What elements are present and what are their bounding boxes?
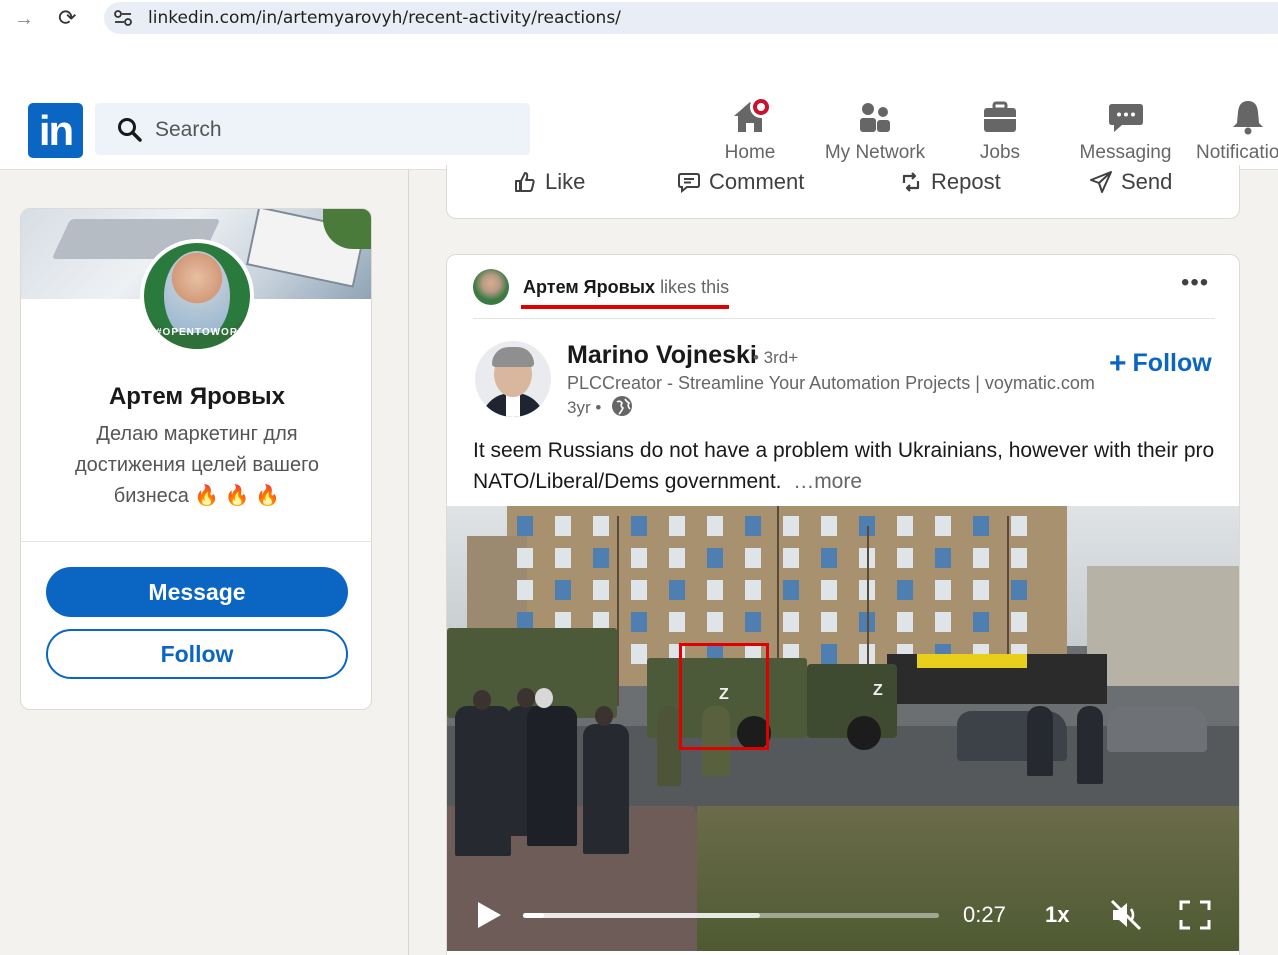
send-button[interactable]: Send xyxy=(1089,169,1172,195)
post-card: Артем Яровых likes this ••• Marino Vojne… xyxy=(446,254,1240,955)
video-player[interactable]: Z Z 0:27 1x xyxy=(447,506,1239,951)
follow-button[interactable]: Follow xyxy=(46,629,348,679)
author-headline: PLCCreator - Streamline Your Automation … xyxy=(567,373,1095,393)
linkedin-header: in Home My Network Jobs Me xyxy=(0,88,1278,170)
author-name[interactable]: Marino Vojneski xyxy=(567,341,757,370)
author-avatar[interactable] xyxy=(475,341,551,417)
liker-name[interactable]: Артем Яровых xyxy=(523,277,655,297)
post-text: It seem Russians do not have a problem w… xyxy=(473,435,1219,497)
comment-button[interactable]: Comment xyxy=(677,169,804,195)
globe-icon xyxy=(612,396,632,416)
previous-post-actions: Like Comment Repost Send xyxy=(446,165,1240,219)
video-buffer xyxy=(523,913,761,918)
search-input[interactable] xyxy=(155,115,495,145)
chat-icon xyxy=(1108,104,1143,132)
notification-badge xyxy=(750,96,772,118)
forward-arrow-icon[interactable]: → xyxy=(14,8,34,31)
connection-degree: • 3rd+ xyxy=(753,348,799,367)
more-options-icon[interactable]: ••• xyxy=(1181,269,1209,297)
post-time: 3yr • xyxy=(567,398,602,417)
repost-button[interactable]: Repost xyxy=(899,169,1001,195)
see-more-link[interactable]: …more xyxy=(793,470,862,493)
nav-home-label: Home xyxy=(724,142,776,163)
url-text[interactable]: linkedin.com/in/artemyarovyh/recent-acti… xyxy=(148,8,621,28)
reaction-header: Артем Яровых likes this xyxy=(523,277,729,298)
nav-notifications-label: Notifications xyxy=(1196,142,1278,163)
open-to-work-badge: #OPENTOWORK xyxy=(156,327,247,338)
video-progress-fill xyxy=(523,913,544,918)
like-icon xyxy=(515,172,535,192)
video-controls: 0:27 1x xyxy=(447,886,1239,951)
nav-my-network-label: My Network xyxy=(824,142,926,163)
nav-notifications[interactable]: Notifications xyxy=(1196,96,1278,164)
send-label: Send xyxy=(1121,169,1173,194)
profile-headline: Делаю маркетинг для достижения целей ваш… xyxy=(74,423,320,507)
fullscreen-icon[interactable] xyxy=(1179,900,1211,930)
nav-my-network[interactable]: My Network xyxy=(822,96,928,164)
comment-icon xyxy=(678,173,700,194)
search-box[interactable] xyxy=(95,103,530,155)
annotation-underline xyxy=(521,305,729,309)
video-time: 0:27 xyxy=(963,902,1006,927)
playback-speed-button[interactable]: 1x xyxy=(1045,902,1069,928)
profile-name[interactable]: Артем Яровых xyxy=(21,383,371,411)
video-progress-bar[interactable] xyxy=(523,913,939,918)
nav-jobs-label: Jobs xyxy=(979,142,1021,163)
linkedin-logo[interactable]: in xyxy=(28,103,83,158)
like-button[interactable]: Like xyxy=(513,169,585,195)
play-icon[interactable] xyxy=(475,900,503,930)
briefcase-icon xyxy=(984,101,1016,132)
plus-icon: + xyxy=(1109,346,1127,380)
follow-author-button[interactable]: + Follow xyxy=(1109,346,1212,380)
nav-home[interactable]: Home xyxy=(722,96,778,164)
mute-icon[interactable] xyxy=(1109,898,1143,932)
address-bar[interactable]: linkedin.com/in/artemyarovyh/recent-acti… xyxy=(104,2,1278,34)
network-icon xyxy=(860,103,890,132)
liker-avatar[interactable] xyxy=(473,269,509,305)
profile-card: #OPENTOWORK Артем Яровых Делаю маркетинг… xyxy=(20,208,372,710)
browser-toolbar: → ⟳ linkedin.com/in/artemyarovyh/recent-… xyxy=(0,0,1278,38)
divider xyxy=(21,541,371,542)
repost-label: Repost xyxy=(931,169,1001,194)
nav-jobs[interactable]: Jobs xyxy=(975,96,1025,164)
message-button[interactable]: Message xyxy=(46,567,348,617)
follow-author-label: Follow xyxy=(1132,349,1212,377)
bookmarks-bar xyxy=(0,38,1278,88)
reload-icon[interactable]: ⟳ xyxy=(58,5,76,31)
site-settings-icon[interactable] xyxy=(114,10,132,26)
nav-messaging[interactable]: Messaging xyxy=(1078,96,1173,164)
send-icon xyxy=(1090,171,1112,193)
liker-action: likes this xyxy=(660,277,730,297)
avatar[interactable]: #OPENTOWORK xyxy=(140,239,254,353)
divider xyxy=(473,318,1215,319)
bell-icon xyxy=(1233,101,1263,135)
search-icon xyxy=(118,118,142,142)
annotation-box xyxy=(679,643,769,750)
nav-messaging-label: Messaging xyxy=(1079,142,1172,163)
like-label: Like xyxy=(545,169,586,194)
column-divider xyxy=(408,170,409,955)
repost-icon xyxy=(902,172,920,192)
comment-label: Comment xyxy=(709,169,805,194)
